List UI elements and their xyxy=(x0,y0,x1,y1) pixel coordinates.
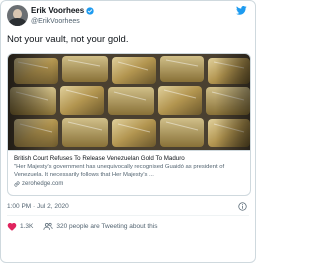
link-card[interactable]: British Court Refuses To Release Venezue… xyxy=(7,53,251,196)
heart-icon[interactable] xyxy=(7,222,17,231)
info-icon[interactable] xyxy=(238,202,247,211)
card-title[interactable]: British Court Refuses To Release Venezue… xyxy=(14,155,246,163)
card-domain-row: zerohedge.com xyxy=(14,180,246,188)
card-body: British Court Refuses To Release Venezue… xyxy=(8,150,250,195)
link-icon xyxy=(14,181,20,187)
author-name-row[interactable]: Erik Voorhees xyxy=(31,6,94,16)
card-domain: zerohedge.com xyxy=(22,181,64,187)
divider xyxy=(7,215,249,216)
author-handle[interactable]: @ErikVoorhees xyxy=(31,17,80,26)
people-icon xyxy=(43,222,53,230)
author-name[interactable]: Erik Voorhees xyxy=(31,6,84,16)
card-description: "Her Majesty's government has unequivoca… xyxy=(14,164,225,178)
like-action[interactable]: 1.3K xyxy=(7,222,33,231)
avatar[interactable] xyxy=(7,5,28,26)
like-count: 1.3K xyxy=(20,222,34,230)
twitter-bird-icon[interactable] xyxy=(236,6,247,15)
people-tweeting-action[interactable]: 320 people are Tweeting about this xyxy=(33,222,157,231)
tweet-card: Erik Voorhees @ErikVoorhees Not your vau… xyxy=(0,0,256,263)
actions-row: 1.3K 320 people are Tweeting about this xyxy=(7,220,157,232)
people-tweeting-text: 320 people are Tweeting about this xyxy=(56,222,158,230)
tweet-text: Not your vault, not your gold. xyxy=(7,34,129,45)
card-image xyxy=(8,54,250,150)
tweet-timestamp[interactable]: 1:00 PM · Jul 2, 2020 xyxy=(7,203,69,211)
avatar-body xyxy=(9,18,26,26)
verified-badge-icon xyxy=(86,7,94,15)
